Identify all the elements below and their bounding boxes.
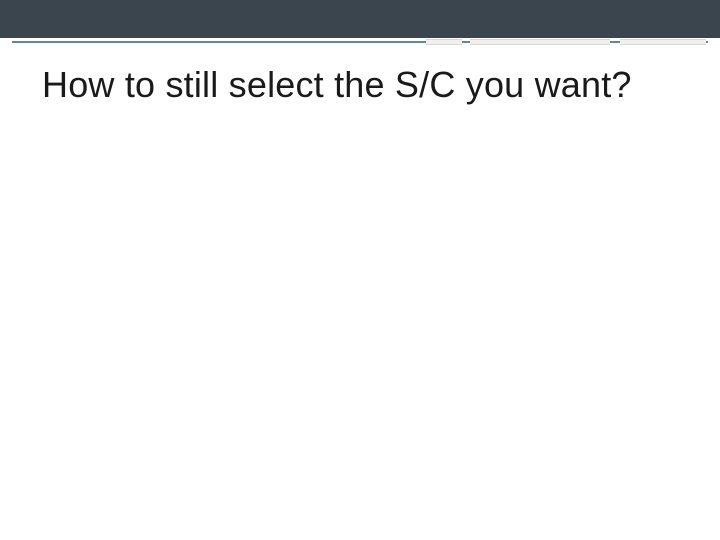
slide-title: How to still select the S/C you want? xyxy=(0,46,720,105)
divider-segment xyxy=(426,39,462,45)
divider-segment xyxy=(620,39,706,45)
divider-rule xyxy=(0,38,720,46)
header-bar xyxy=(0,0,720,38)
divider-segment xyxy=(470,39,610,45)
